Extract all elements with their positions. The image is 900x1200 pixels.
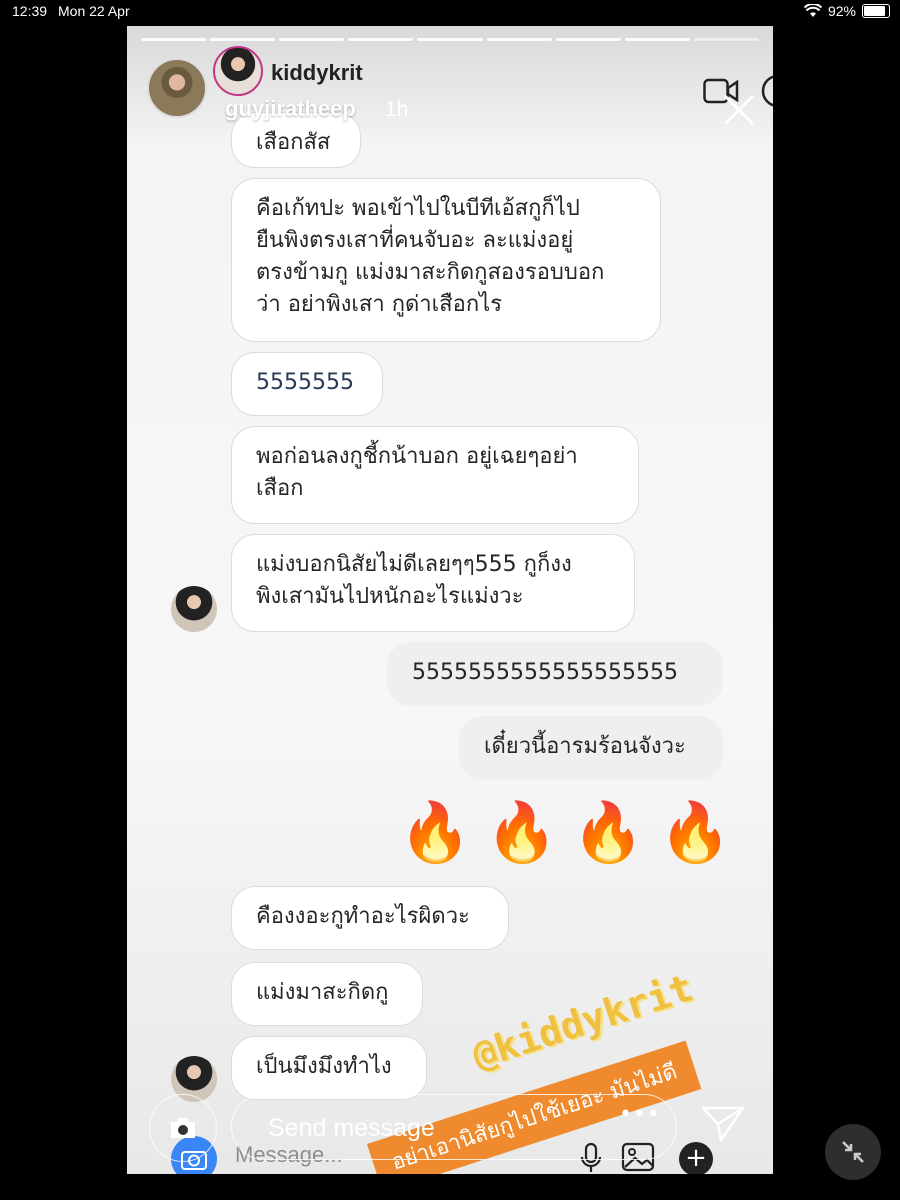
send-message-input[interactable]: Send message <box>231 1094 677 1160</box>
camera-icon <box>171 1118 195 1138</box>
progress-segment <box>624 38 690 41</box>
progress-segment <box>348 38 414 41</box>
story-reply-bar: Send message ••• <box>149 1094 773 1164</box>
message-sent: เดี๋ยวนี้อารมร้อนจังวะ <box>459 716 723 780</box>
collapse-arrows-icon <box>842 1141 864 1163</box>
battery-percent: 92% <box>827 3 856 19</box>
status-time: 12:39 <box>12 3 48 19</box>
send-icon[interactable] <box>701 1104 745 1144</box>
progress-segment <box>486 38 552 41</box>
story-header: guyjiratheep 1h <box>127 54 773 134</box>
message-sent: 5555555555555555555 <box>387 642 723 706</box>
progress-segment <box>141 38 207 41</box>
close-icon[interactable] <box>721 92 757 128</box>
battery-icon <box>862 4 890 18</box>
wifi-icon <box>803 4 822 17</box>
message-received: เป็นมึงมึงทำไง <box>231 1036 427 1100</box>
collapse-button[interactable] <box>825 1124 881 1180</box>
story-time: 1h <box>385 98 409 121</box>
message-received: 5555555 <box>231 352 383 416</box>
message-received: แม่งมาสะกิดกู <box>231 962 423 1026</box>
status-bar: 12:39 Mon 22 Apr 92% <box>0 0 900 24</box>
story-username[interactable]: guyjiratheep <box>225 96 356 122</box>
status-right: 92% <box>803 3 890 19</box>
status-date: Mon 22 Apr <box>58 3 130 19</box>
story-progress <box>141 38 759 41</box>
story-viewer[interactable]: kiddykrit เสือกสัส คือเก้ทปะ พอเข้าไปในบ… <box>127 26 773 1174</box>
progress-segment <box>555 38 621 41</box>
message-received: พอก่อนลงกูชี้กน้าบอก อยู่เฉยๆอย่า เสือก <box>231 426 639 524</box>
progress-segment <box>417 38 483 41</box>
more-options-icon[interactable]: ••• <box>619 1102 661 1127</box>
message-received: คืองงอะกูทำอะไรผิดวะ <box>231 886 509 950</box>
story-user-avatar[interactable] <box>147 58 207 118</box>
progress-segment <box>210 38 276 41</box>
message-received: คือเก้ทปะ พอเข้าไปในบีทีเอ้สกูก็ไป ยืนพิ… <box>231 178 661 342</box>
message-received: แม่งบอกนิสัยไม่ดีเลยๆๆ555 กูก็งง พิงเสาม… <box>231 534 635 632</box>
progress-segment-current <box>693 38 759 41</box>
fire-emoji-row: 🔥 🔥 🔥 🔥 <box>399 798 731 866</box>
progress-segment <box>279 38 345 41</box>
reply-camera-button[interactable] <box>149 1094 217 1162</box>
contact-mini-avatar <box>171 586 217 632</box>
